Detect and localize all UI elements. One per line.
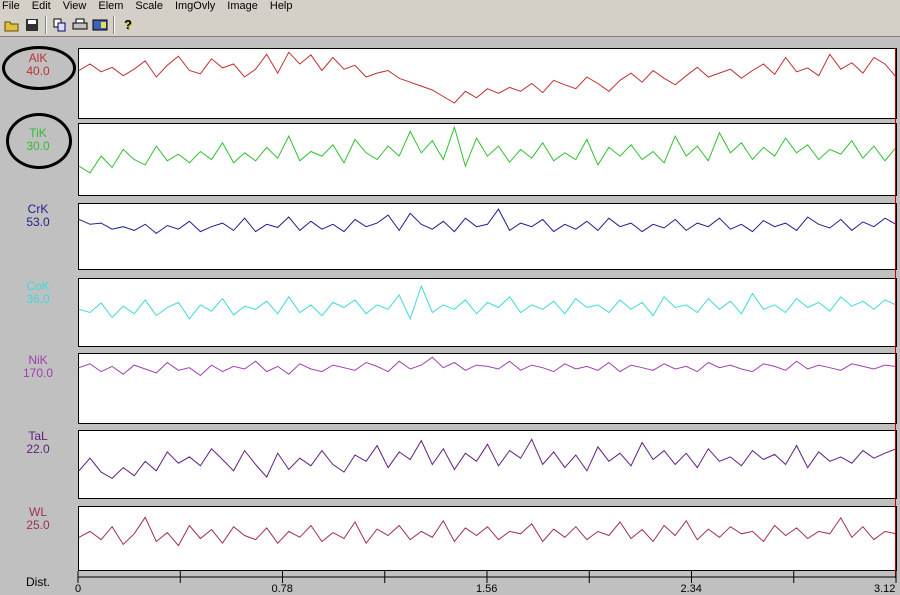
plot-panel-alk[interactable]	[78, 48, 897, 119]
element-scale: 22.0	[26, 442, 50, 456]
menu-view[interactable]: View	[57, 0, 93, 13]
distance-axis	[77, 571, 897, 583]
plot-panel-nik[interactable]	[78, 353, 897, 424]
menu-help[interactable]: Help	[264, 0, 299, 13]
menu-imgovly[interactable]: ImgOvly	[169, 0, 221, 13]
series-line-cok	[79, 284, 896, 321]
copy-icon[interactable]	[50, 15, 70, 35]
tick-label: 0	[75, 583, 82, 595]
toolbar: ?	[0, 13, 900, 37]
element-label-nik: NiK 170.0	[0, 354, 76, 380]
image-icon[interactable]	[90, 15, 110, 35]
highlight-circle-tik	[6, 113, 72, 169]
print-icon[interactable]	[70, 15, 90, 35]
axis-label: Dist.	[26, 575, 50, 589]
series-line-tal	[79, 438, 896, 480]
toolbar-separator	[113, 15, 115, 34]
menu-scale[interactable]: Scale	[129, 0, 169, 13]
series-line-alk	[79, 51, 896, 104]
plot-panel-wl[interactable]	[78, 506, 897, 571]
element-scale: 53.0	[26, 215, 50, 229]
menu-edit[interactable]: Edit	[26, 0, 57, 13]
menu-bar: File Edit View Elem Scale ImgOvly Image Help	[0, 0, 900, 13]
series-line-wl	[79, 516, 896, 547]
series-line-crk	[79, 208, 896, 235]
save-icon[interactable]	[22, 15, 42, 35]
help-icon[interactable]: ?	[118, 15, 138, 35]
element-label-cok: CoK 36.0	[0, 280, 76, 306]
element-label-wl: WL 25.0	[0, 506, 76, 532]
element-scale: 25.0	[26, 518, 50, 532]
element-label-crk: CrK 53.0	[0, 203, 76, 229]
tick-label: 3.12	[874, 583, 896, 595]
tick-label: 2.34	[680, 583, 702, 595]
series-line-tik	[79, 125, 896, 174]
series-line-nik	[79, 356, 896, 377]
menu-file[interactable]: File	[0, 0, 26, 13]
menu-elem[interactable]: Elem	[92, 0, 129, 13]
element-scale: 36.0	[26, 292, 50, 306]
plot-panel-cok[interactable]	[78, 278, 897, 347]
tick-label: 0.78	[271, 583, 293, 595]
toolbar-separator	[45, 15, 47, 34]
tick-label: 1.56	[476, 583, 498, 595]
menu-image[interactable]: Image	[221, 0, 264, 13]
open-icon[interactable]	[2, 15, 22, 35]
element-scale: 170.0	[22, 366, 54, 380]
element-label-tal: TaL 22.0	[0, 430, 76, 456]
highlight-circle-alk	[2, 46, 76, 90]
plot-panel-tal[interactable]	[78, 430, 897, 499]
plot-panel-crk[interactable]	[78, 203, 897, 270]
cursor-line[interactable]	[895, 48, 896, 578]
plot-panel-tik[interactable]	[78, 123, 897, 196]
